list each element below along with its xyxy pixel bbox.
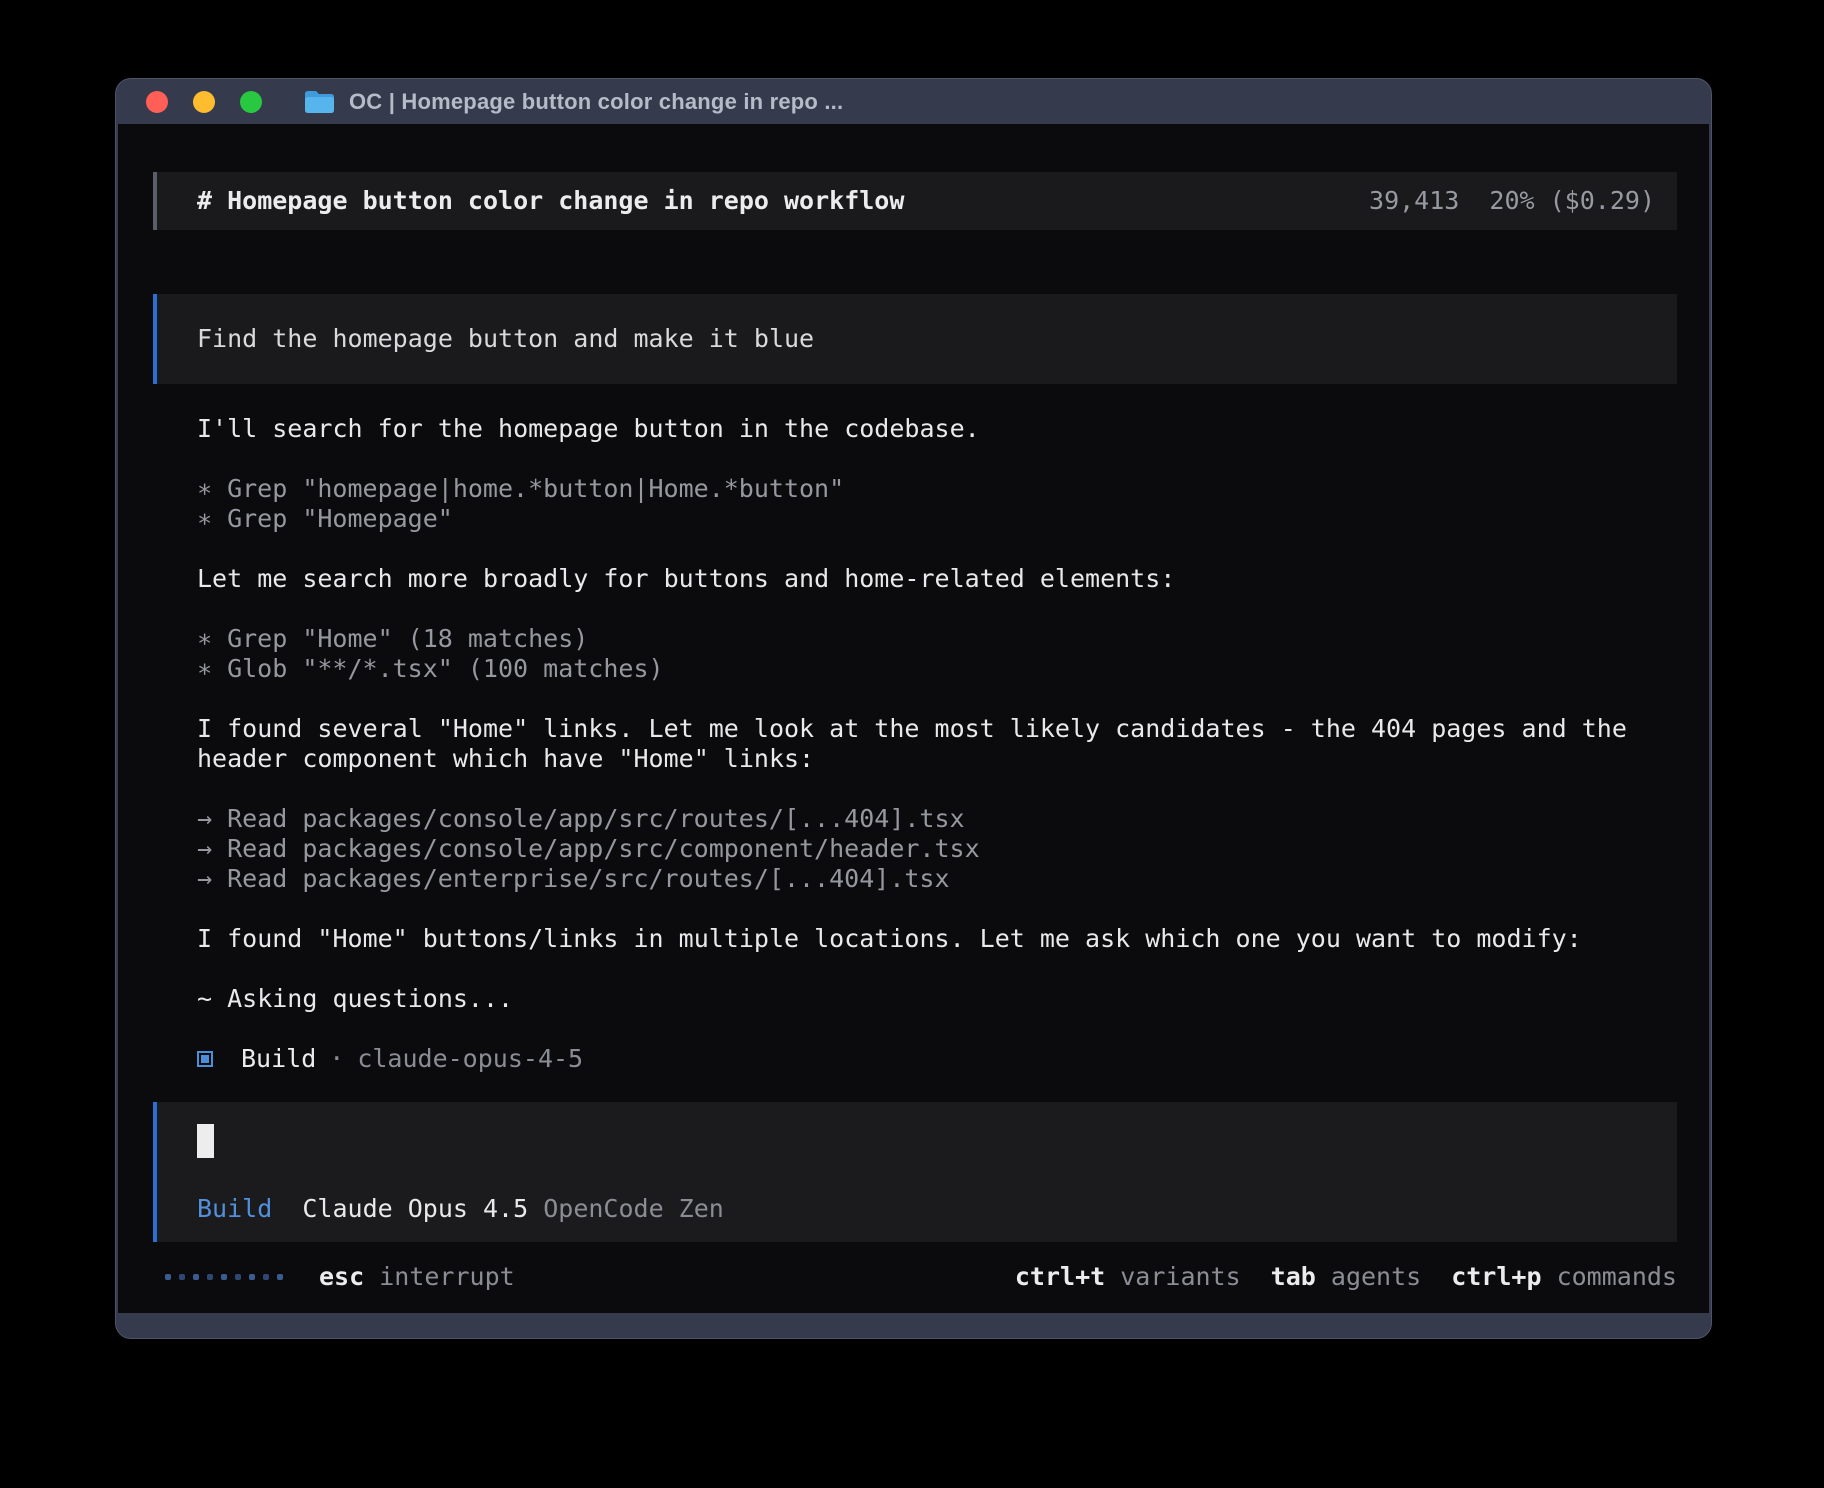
input-model-label[interactable]: Claude Opus 4.5 bbox=[302, 1194, 528, 1223]
folder-icon bbox=[303, 89, 335, 115]
hint-key: ctrl+p bbox=[1451, 1262, 1541, 1291]
working-status: ~ Asking questions... bbox=[197, 984, 1677, 1014]
titlebar[interactable]: OC | Homepage button color change in rep… bbox=[116, 79, 1711, 124]
tool-call-label: Read packages/console/app/src/component/… bbox=[227, 834, 980, 863]
prompt-input[interactable]: Build Claude Opus 4.5 OpenCode Zen bbox=[153, 1102, 1677, 1242]
bullet-icon: ∗ bbox=[197, 654, 212, 683]
tool-call-grep: ∗ Grep "homepage|home.*button|Home.*butto… bbox=[197, 474, 1677, 504]
hint-interrupt: esc interrupt bbox=[319, 1262, 515, 1292]
hint-label: interrupt bbox=[379, 1262, 514, 1291]
tool-call-read: → Read packages/console/app/src/component… bbox=[197, 834, 1677, 864]
tool-call-grep: ∗ Grep "Home" (18 matches) bbox=[197, 624, 1677, 654]
hint-label: variants bbox=[1120, 1262, 1240, 1291]
tool-call-label: Grep "homepage|home.*button|Home.*button… bbox=[227, 474, 844, 503]
user-message: Find the homepage button and make it blu… bbox=[153, 294, 1677, 384]
tool-call-label: Read packages/console/app/src/routes/[..… bbox=[227, 804, 965, 833]
arrow-icon: → bbox=[197, 864, 212, 893]
bullet-icon: ∗ bbox=[197, 474, 212, 503]
hint-variants: ctrl+t variants bbox=[1015, 1262, 1241, 1292]
tool-call-label: Read packages/enterprise/src/routes/[...… bbox=[227, 864, 949, 893]
arrow-icon: → bbox=[197, 834, 212, 863]
close-button[interactable] bbox=[146, 91, 168, 113]
terminal-window: OC | Homepage button color change in rep… bbox=[115, 78, 1712, 1339]
spinner-dots-icon bbox=[165, 1274, 291, 1280]
model-row: Build Claude Opus 4.5 OpenCode Zen bbox=[197, 1194, 1655, 1224]
keyboard-hints: ctrl+t variants tab agents ctrl+p comman… bbox=[985, 1262, 1677, 1292]
separator-dot: · bbox=[329, 1044, 344, 1074]
tool-call-grep: ∗ Grep "Homepage" bbox=[197, 504, 1677, 534]
input-agent-label[interactable]: Build bbox=[197, 1194, 272, 1223]
hint-label: agents bbox=[1331, 1262, 1421, 1291]
arrow-icon: → bbox=[197, 804, 212, 833]
tool-call-glob: ∗ Glob "**/*.tsx" (100 matches) bbox=[197, 654, 1677, 684]
session-header: # Homepage button color change in repo w… bbox=[153, 172, 1677, 230]
hint-label: commands bbox=[1557, 1262, 1677, 1291]
hint-key: ctrl+t bbox=[1015, 1262, 1105, 1291]
tool-call-label: Grep "Home" (18 matches) bbox=[227, 624, 588, 653]
window-title: OC | Homepage button color change in rep… bbox=[349, 89, 843, 115]
bullet-icon: ∗ bbox=[197, 624, 212, 653]
zoom-button[interactable] bbox=[240, 91, 262, 113]
assistant-paragraph: I found "Home" buttons/links in multiple… bbox=[197, 924, 1677, 954]
session-stats: 39,413 20% ($0.29) bbox=[1369, 186, 1655, 216]
session-title: # Homepage button color change in repo w… bbox=[197, 186, 904, 216]
agent-model: claude-opus-4-5 bbox=[357, 1044, 583, 1074]
tool-call-label: Glob "**/*.tsx" (100 matches) bbox=[227, 654, 664, 683]
tool-call-read: → Read packages/console/app/src/routes/[.… bbox=[197, 804, 1677, 834]
hint-commands: ctrl+p commands bbox=[1451, 1262, 1677, 1292]
hint-key: tab bbox=[1271, 1262, 1316, 1291]
assistant-paragraph: I'll search for the homepage button in t… bbox=[197, 414, 1677, 444]
assistant-paragraph: Let me search more broadly for buttons a… bbox=[197, 564, 1677, 594]
bullet-icon: ∗ bbox=[197, 504, 212, 533]
agent-name: Build bbox=[241, 1044, 316, 1074]
hint-key: esc bbox=[319, 1262, 364, 1291]
agent-status-row: Build · claude-opus-4-5 bbox=[197, 1044, 1677, 1074]
tool-call-label: Grep "Homepage" bbox=[227, 504, 453, 533]
text-cursor bbox=[197, 1124, 214, 1158]
assistant-paragraph: I found several "Home" links. Let me loo… bbox=[197, 714, 1677, 774]
tool-call-read: → Read packages/enterprise/src/routes/[..… bbox=[197, 864, 1677, 894]
hint-agents: tab agents bbox=[1271, 1262, 1422, 1292]
terminal-content: # Homepage button color change in repo w… bbox=[118, 124, 1709, 1313]
agent-badge-icon bbox=[197, 1051, 213, 1067]
status-bar: esc interrupt ctrl+t variants tab agents… bbox=[153, 1262, 1677, 1292]
minimize-button[interactable] bbox=[193, 91, 215, 113]
input-provider-label: OpenCode Zen bbox=[543, 1194, 724, 1223]
